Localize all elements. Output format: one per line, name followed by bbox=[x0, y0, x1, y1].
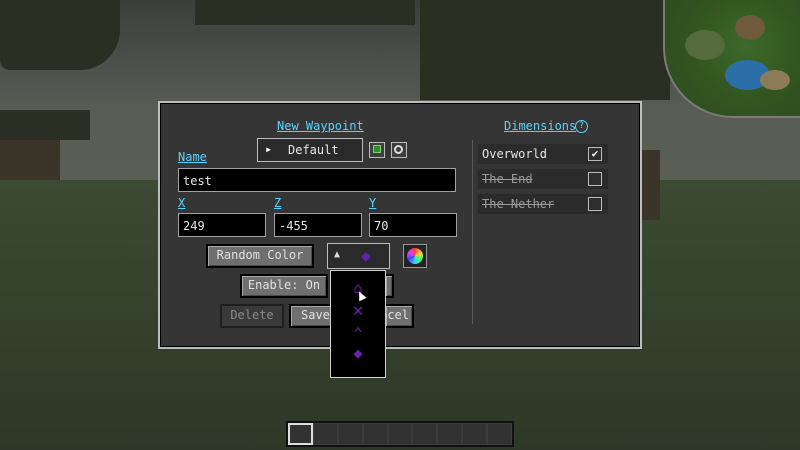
x-coordinate-field[interactable]: 249 bbox=[178, 213, 266, 237]
cross-waypoint-icon[interactable]: ✕ bbox=[353, 300, 364, 321]
group-value: Default bbox=[288, 143, 339, 157]
hotbar-slot[interactable] bbox=[337, 423, 363, 445]
dimension-label: The Nether bbox=[482, 197, 555, 211]
dimension-checkbox[interactable] bbox=[588, 172, 602, 186]
hotbar-slot[interactable] bbox=[288, 423, 313, 445]
save-button[interactable]: Save bbox=[289, 304, 335, 328]
enable-toggle-button[interactable]: Enable: On bbox=[240, 274, 328, 298]
minimap-terrain bbox=[760, 70, 790, 90]
dimension-label: The End bbox=[482, 172, 533, 186]
tree-canopy-right bbox=[420, 0, 670, 100]
hotbar-slot[interactable] bbox=[462, 423, 488, 445]
group-selector[interactable]: ▸ Default bbox=[257, 138, 363, 162]
dimension-overworld[interactable]: Overworld ✔ bbox=[478, 144, 608, 164]
icon-dropdown-popup: ⌂ ✕ ⌃ ◆ bbox=[330, 270, 386, 378]
minimap-terrain bbox=[735, 15, 765, 40]
add-group-button[interactable] bbox=[369, 142, 385, 158]
search-icon bbox=[394, 145, 403, 154]
hotbar-slot[interactable] bbox=[387, 423, 413, 445]
dimension-checkbox[interactable] bbox=[588, 197, 602, 211]
hotbar bbox=[286, 421, 514, 447]
z-coordinate-field[interactable]: -455 bbox=[274, 213, 362, 237]
hotbar-slot[interactable] bbox=[362, 423, 388, 445]
tree-trunk-left bbox=[0, 140, 60, 180]
tree-canopy-mid bbox=[195, 0, 415, 25]
dialog-title: New Waypoint bbox=[277, 119, 364, 133]
random-color-button[interactable]: Random Color bbox=[206, 244, 314, 268]
help-icon[interactable]: ? bbox=[575, 120, 588, 133]
diamond-waypoint-icon: ◆ bbox=[361, 246, 371, 265]
diamond-waypoint-icon[interactable]: ◆ bbox=[353, 344, 362, 362]
dimension-label: Overworld bbox=[482, 147, 548, 161]
color-wheel-icon bbox=[407, 248, 423, 264]
name-field[interactable]: test bbox=[178, 168, 456, 192]
tree-trunk-right bbox=[640, 150, 660, 220]
x-label: X bbox=[178, 196, 186, 210]
cancel-label: Cancel bbox=[386, 308, 409, 322]
help-glyph: ? bbox=[578, 121, 585, 131]
group-settings-button[interactable] bbox=[391, 142, 407, 158]
y-coordinate-field[interactable]: 70 bbox=[369, 213, 457, 237]
tree-canopy-left-lower bbox=[0, 110, 90, 140]
panel-divider bbox=[472, 140, 473, 324]
tree-canopy-left bbox=[0, 0, 120, 70]
y-label: Y bbox=[369, 196, 377, 210]
hotbar-slot[interactable] bbox=[487, 423, 513, 445]
cancel-button[interactable]: Cancel bbox=[384, 304, 414, 328]
minimap-terrain bbox=[685, 30, 725, 60]
z-label: Z bbox=[274, 196, 282, 210]
dimension-the-nether[interactable]: The Nether bbox=[478, 194, 608, 214]
hotbar-slot[interactable] bbox=[312, 423, 338, 445]
name-label: Name bbox=[178, 150, 207, 164]
group-arrow-icon: ▸ bbox=[265, 142, 273, 156]
hotbar-slot[interactable] bbox=[437, 423, 463, 445]
plus-icon bbox=[373, 145, 381, 153]
delete-button[interactable]: Delete bbox=[220, 304, 284, 328]
dimensions-title: Dimensions bbox=[504, 119, 577, 133]
hotbar-slot[interactable] bbox=[412, 423, 438, 445]
dimension-checkbox[interactable]: ✔ bbox=[588, 147, 602, 161]
dropdown-arrow-icon: ▲ bbox=[334, 249, 341, 260]
icon-selector[interactable]: ▲ ◆ bbox=[327, 243, 390, 269]
dimension-the-end[interactable]: The End bbox=[478, 169, 608, 189]
color-picker-button[interactable] bbox=[403, 244, 427, 268]
small-house-waypoint-icon[interactable]: ⌃ bbox=[353, 324, 362, 342]
